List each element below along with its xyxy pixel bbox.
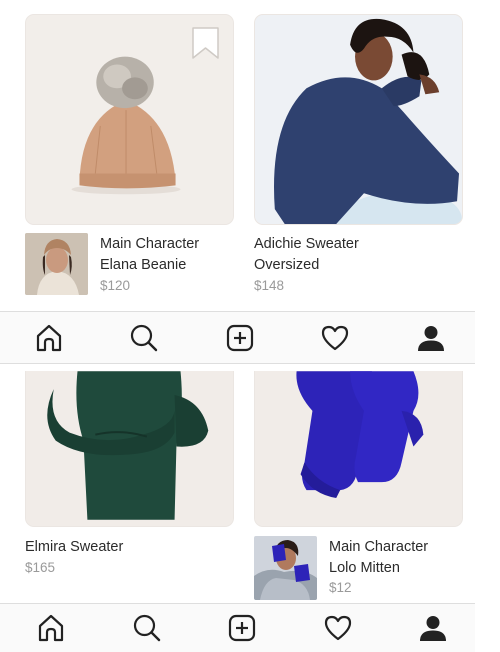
heart-icon[interactable] <box>317 320 353 356</box>
green-sweater-dress-image <box>26 371 233 526</box>
home-icon[interactable] <box>31 320 67 356</box>
profile-icon[interactable] <box>413 320 449 356</box>
home-icon[interactable] <box>33 610 69 646</box>
search-icon[interactable] <box>129 610 165 646</box>
new-post-icon[interactable] <box>222 320 258 356</box>
bottom-tab-bar <box>0 311 475 364</box>
product-title-line: Main Character <box>329 539 429 555</box>
profile-icon[interactable] <box>415 610 451 646</box>
product-price: $165 <box>25 560 56 575</box>
product-price: $120 <box>100 278 131 293</box>
search-icon[interactable] <box>126 320 162 356</box>
product-image-elmira-sweater[interactable] <box>25 371 234 527</box>
bookmark-icon[interactable] <box>191 27 220 60</box>
cobalt-mittens-image <box>255 371 462 526</box>
product-title-line: Adichie Sweater <box>254 236 359 252</box>
product-title-elana-beanie[interactable]: Main Character Elana Beanie <box>100 234 199 276</box>
product-price: $12 <box>329 580 352 595</box>
product-image-lolo-mitten[interactable] <box>254 371 463 527</box>
model-in-mittens-thumbnail[interactable] <box>254 536 317 600</box>
heart-icon[interactable] <box>320 610 356 646</box>
model-in-beanie-image <box>25 233 88 295</box>
product-image-adichie-sweater[interactable] <box>254 14 463 225</box>
product-title-elmira-sweater[interactable]: Elmira Sweater <box>25 537 123 558</box>
product-title-line: Main Character <box>100 236 200 252</box>
product-title-line: Oversized <box>254 257 320 273</box>
product-title-lolo-mitten[interactable]: Main Character Lolo Mitten <box>329 537 428 579</box>
product-title-line: Elmira Sweater <box>25 539 124 555</box>
new-post-icon[interactable] <box>224 610 260 646</box>
bottom-tab-bar <box>0 603 475 652</box>
model-navy-sweater-image <box>255 15 462 224</box>
product-title-adichie-sweater[interactable]: Adichie Sweater Oversized <box>254 234 359 276</box>
product-title-line: Lolo Mitten <box>329 560 400 576</box>
product-price: $148 <box>254 278 285 293</box>
product-title-line: Elana Beanie <box>100 257 187 273</box>
right-margin <box>475 0 500 652</box>
model-in-mittens-image <box>254 536 317 600</box>
model-in-beanie-thumbnail[interactable] <box>25 233 88 295</box>
